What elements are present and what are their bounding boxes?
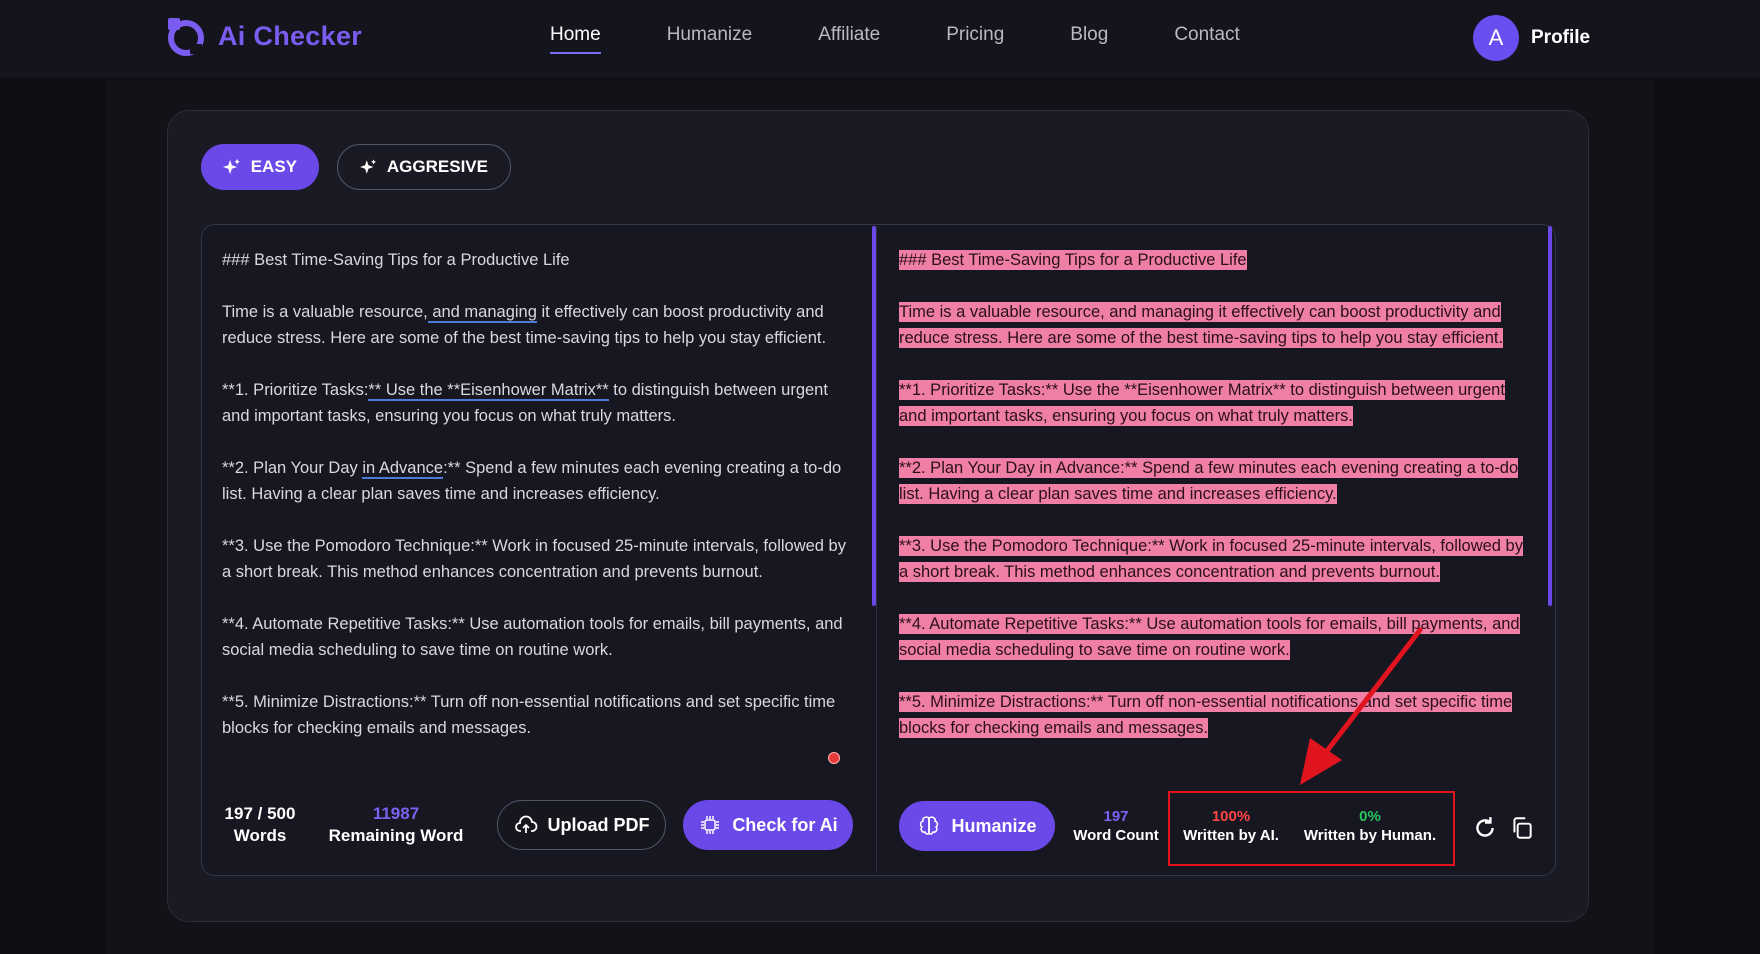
upload-pdf-button[interactable]: Upload PDF [497, 800, 666, 850]
copy-icon[interactable] [1509, 815, 1535, 841]
remaining-value: 11987 [372, 804, 420, 823]
nav-home[interactable]: Home [550, 24, 601, 54]
record-indicator [828, 752, 840, 764]
check-for-ai-label: Check for Ai [732, 814, 838, 835]
humanize-label: Humanize [951, 815, 1037, 836]
check-for-ai-button[interactable]: Check for Ai [683, 800, 853, 850]
output-word-count: 197 Word Count [1068, 808, 1164, 844]
input-paragraph: **1. Prioritize Tasks:** Use the **Eisen… [222, 377, 852, 429]
human-score: 0% Written by Human. [1300, 808, 1440, 844]
logo-icon [168, 18, 204, 56]
chip-icon [701, 816, 720, 834]
ai-highlight: Having a clear plan saves time and incre… [923, 484, 1337, 504]
input-textarea[interactable]: ### Best Time-Saving Tips for a Producti… [222, 247, 852, 767]
ai-highlight: Here are some of the best time-saving ti… [1002, 328, 1504, 348]
spelling-underline[interactable]: and managing [427, 303, 537, 323]
output-heading: ### Best Time-Saving Tips for a Producti… [899, 247, 1527, 273]
word-count-label: Words [233, 826, 287, 845]
input-paragraph: **5. Minimize Distractions:** Turn off n… [222, 693, 836, 737]
mode-easy-label: EASY [250, 157, 297, 176]
annotation-arrow [1300, 627, 1423, 785]
mode-aggressive-label: AGGRESIVE [386, 157, 488, 176]
nav-blog[interactable]: Blog [1070, 24, 1108, 54]
profile-menu[interactable]: A Profile [1473, 15, 1590, 61]
input-paragraph: **3. Use the Pomodoro Technique:** Work … [222, 537, 846, 581]
output-word-count-value: 197 [1103, 808, 1129, 825]
panel-divider [876, 226, 877, 872]
humanize-button[interactable]: Humanize [899, 801, 1055, 851]
input-scrollbar[interactable] [872, 226, 876, 606]
top-nav: Ai Checker Home Humanize Affiliate Prici… [0, 0, 1760, 78]
mode-aggressive-button[interactable]: AGGRESIVE [337, 144, 511, 190]
sparkle-icon [360, 159, 377, 174]
nav-affiliate[interactable]: Affiliate [818, 24, 880, 54]
input-paragraph: Time is a valuable resource, and managin… [222, 299, 852, 351]
remaining-label: Remaining Word [328, 826, 464, 845]
output-paragraph: **2. Plan Your Day in Advance:** Spend a… [899, 455, 1527, 507]
ai-label: Written by AI. [1183, 827, 1279, 844]
output-scrollbar[interactable] [1548, 226, 1552, 606]
upload-pdf-label: Upload PDF [547, 814, 650, 835]
text-span: Time is a valuable resource, [222, 303, 428, 321]
ai-highlight: ### Best Time-Saving Tips for a Producti… [899, 250, 1247, 270]
word-counter: 197 / 500 Words [220, 804, 300, 846]
input-paragraph: **2. Plan Your Day in Advance:** Spend a… [222, 455, 852, 507]
human-percent: 0% [1359, 808, 1381, 825]
brain-icon [920, 816, 939, 835]
ai-highlight: This method enhances concentration and p… [999, 562, 1440, 582]
avatar: A [1473, 15, 1519, 61]
human-label: Written by Human. [1303, 827, 1437, 844]
sparkle-icon [223, 159, 240, 175]
word-count-value: 197 / 500 [224, 804, 296, 823]
nav-links: Home Humanize Affiliate Pricing Blog Con… [550, 24, 1306, 54]
nav-pricing[interactable]: Pricing [946, 24, 1004, 54]
output-word-count-label: Word Count [1073, 827, 1159, 844]
output-paragraph: **1. Prioritize Tasks:** Use the **Eisen… [899, 377, 1527, 429]
nav-humanize[interactable]: Humanize [667, 24, 753, 54]
input-heading: ### Best Time-Saving Tips for a Producti… [222, 251, 570, 269]
brand-name: Ai Checker [218, 20, 363, 51]
text-span: **1. Prioritize Tasks: [222, 381, 369, 399]
cloud-upload-icon [514, 815, 537, 833]
ai-percent: 100% [1211, 808, 1251, 825]
brand-logo[interactable]: Ai Checker [164, 14, 362, 58]
output-paragraph: Time is a valuable resource, and managin… [899, 299, 1527, 351]
output-paragraph: **3. Use the Pomodoro Technique:** Work … [899, 533, 1527, 585]
spelling-underline[interactable]: ** Use the **Eisenhower Matrix** [368, 381, 609, 401]
spelling-underline[interactable]: in Advance [362, 459, 444, 479]
text-span: **2. Plan Your Day [222, 459, 363, 477]
ai-score: 100% Written by AI. [1180, 808, 1282, 844]
nav-contact[interactable]: Contact [1174, 24, 1239, 54]
refresh-icon[interactable] [1472, 815, 1498, 841]
input-paragraph: **4. Automate Repetitive Tasks:** Use au… [222, 615, 843, 659]
remaining-words: 11987 Remaining Word [322, 804, 470, 846]
profile-label: Profile [1531, 27, 1591, 48]
ai-highlight: **1. Prioritize Tasks:** Use the **Eisen… [899, 380, 1505, 426]
mode-easy-button[interactable]: EASY [201, 144, 319, 190]
